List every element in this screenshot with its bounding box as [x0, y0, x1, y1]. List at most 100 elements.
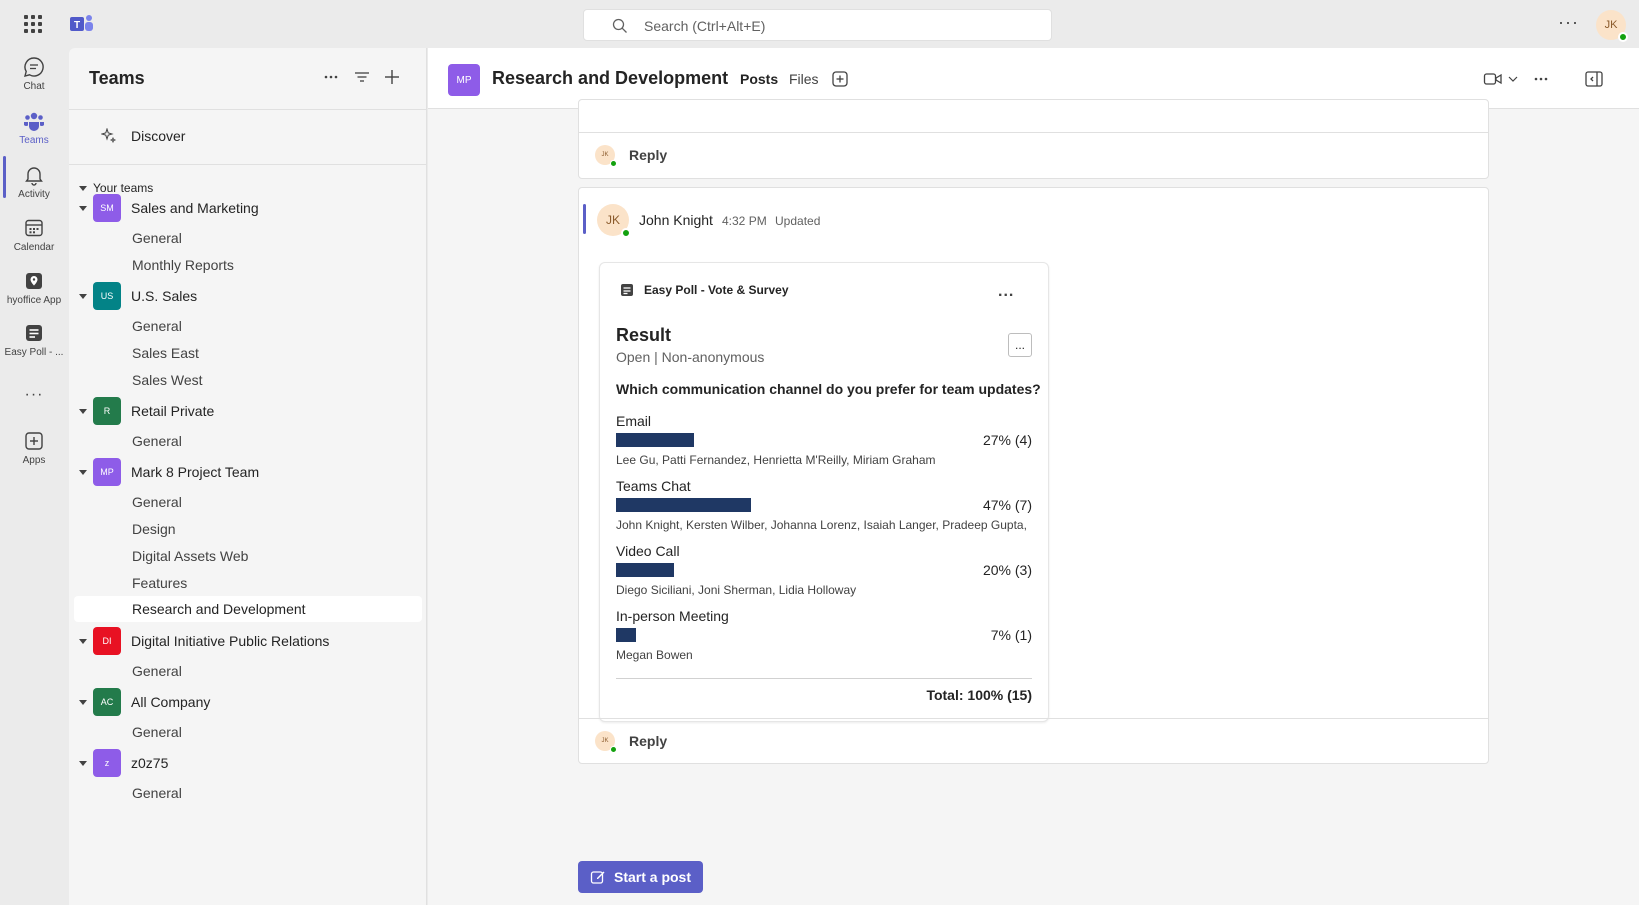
panel-more-icon[interactable]: [322, 68, 340, 89]
channel-sales-west[interactable]: Sales West: [132, 368, 203, 392]
channel-general[interactable]: General: [132, 429, 182, 453]
panel-title: Teams: [89, 68, 145, 88]
team-mark-8-project-team[interactable]: MP Mark 8 Project Team: [79, 458, 259, 486]
discover-button[interactable]: Discover: [101, 126, 185, 146]
channel-features[interactable]: Features: [132, 571, 187, 595]
svg-text:T: T: [74, 20, 80, 31]
poll-more-button[interactable]: ...: [998, 283, 1014, 301]
search-box[interactable]: Search (Ctrl+Alt+E): [583, 9, 1052, 41]
caret-down-icon: [79, 186, 87, 191]
teams-logo-icon: T: [70, 15, 93, 31]
team-name: All Company: [131, 694, 211, 710]
rail-label-chat: Chat: [23, 81, 45, 92]
app-launcher-icon[interactable]: [24, 15, 42, 33]
user-avatar[interactable]: JK: [1596, 10, 1628, 42]
poll-option: Email 27% (4) Lee Gu, Patti Fernandez, H…: [616, 413, 1032, 473]
rail-item-teams[interactable]: Teams: [0, 110, 68, 162]
team-name: U.S. Sales: [131, 288, 198, 304]
compose-icon: [590, 871, 605, 884]
calendar-icon: [25, 219, 43, 237]
video-call-icon[interactable]: [1483, 70, 1503, 88]
channel-general[interactable]: General: [132, 659, 182, 683]
tab-files[interactable]: Files: [789, 71, 819, 87]
team-sales-and-marketing[interactable]: SM Sales and Marketing: [79, 194, 259, 222]
caret-down-icon: [79, 294, 87, 299]
chevron-down-icon[interactable]: [1508, 75, 1518, 83]
author-name[interactable]: John Knight: [639, 212, 713, 228]
rail-item-activity[interactable]: Activity: [0, 164, 68, 216]
main-content: MP Research and Development Posts Files …: [428, 48, 1639, 905]
start-post-label: Start a post: [613, 869, 691, 885]
poll-total: Total: 100% (15): [926, 687, 1032, 703]
add-team-icon[interactable]: [383, 68, 401, 89]
poll-option-bar: [616, 433, 694, 447]
channel-team-avatar: MP: [448, 64, 480, 96]
team-z0z75[interactable]: z z0z75: [79, 749, 168, 777]
more-apps-icon[interactable]: ···: [0, 386, 68, 406]
location-pin-icon: [26, 273, 42, 289]
rail-label-apps: Apps: [22, 455, 46, 466]
previous-post-card: JK Reply: [578, 99, 1489, 179]
channel-general[interactable]: General: [132, 226, 182, 250]
poll-app-header: Easy Poll - Vote & Survey: [620, 283, 789, 297]
more-options-icon[interactable]: [1532, 70, 1550, 88]
poll-option-label: Teams Chat: [616, 478, 691, 494]
poll-result-title: Result: [616, 325, 672, 345]
rail-label-hyoffice-app: hyoffice App: [6, 295, 62, 306]
reply-button[interactable]: JK Reply: [595, 718, 667, 764]
poll-question: Which communication channel do you prefe…: [616, 381, 1041, 397]
channel-design[interactable]: Design: [132, 517, 176, 541]
message-timestamp: 4:32 PM: [722, 214, 767, 228]
rail-item-apps[interactable]: Apps: [0, 430, 68, 482]
side-panel-icon[interactable]: [1584, 69, 1604, 89]
team-retail-private[interactable]: R Retail Private: [79, 397, 214, 425]
team-all-company[interactable]: AC All Company: [79, 688, 210, 716]
card-divider: [579, 132, 1488, 133]
reply-avatar-initials: JK: [601, 152, 609, 158]
rail-item-chat[interactable]: Chat: [0, 56, 68, 108]
app-rail: Chat Teams Activity Calendar hyoffice Ap…: [0, 48, 68, 905]
team-name: Retail Private: [131, 403, 215, 419]
rail-item-hyoffice-app[interactable]: hyoffice App: [0, 270, 68, 322]
rail-label-easy-poll: Easy Poll - ...: [4, 347, 64, 358]
poll-option-voters: John Knight, Kersten Wilber, Johanna Lor…: [616, 518, 1026, 532]
team-name: Sales and Marketing: [131, 200, 259, 216]
poll-option-bar: [616, 563, 674, 577]
add-tab-icon[interactable]: [831, 70, 849, 88]
filter-icon[interactable]: [353, 68, 371, 89]
rail-item-easy-poll[interactable]: Easy Poll - ...: [0, 322, 68, 374]
team-digital-initiative-public-relations[interactable]: DI Digital Initiative Public Relations: [79, 627, 329, 655]
channel-digital-assets-web[interactable]: Digital Assets Web: [132, 544, 248, 568]
start-post-button[interactable]: Start a post: [578, 861, 703, 893]
channel-research-and-development[interactable]: Research and Development: [132, 597, 306, 621]
discover-label: Discover: [131, 128, 186, 144]
posts-feed: JK Reply JK John Knight 4:32 PM Updated …: [428, 99, 1639, 905]
channel-monthly-reports[interactable]: Monthly Reports: [132, 253, 234, 277]
panel-divider: [69, 109, 427, 110]
poll-options-button[interactable]: ...: [1008, 333, 1032, 357]
presence-available-icon: [1618, 32, 1628, 42]
reply-label: Reply: [629, 147, 668, 163]
poll-icon: [26, 325, 42, 341]
tab-posts[interactable]: Posts: [740, 71, 778, 87]
more-options-icon[interactable]: ···: [1558, 12, 1579, 33]
reply-avatar: JK: [595, 145, 617, 167]
rail-label-teams: Teams: [19, 135, 49, 146]
channel-general[interactable]: General: [132, 720, 182, 744]
poll-option-label: In-person Meeting: [616, 608, 729, 624]
add-apps-icon: [25, 432, 43, 450]
poll-option-voters: Diego Siciliani, Joni Sherman, Lidia Hol…: [616, 583, 857, 597]
caret-down-icon: [79, 206, 87, 211]
channel-general[interactable]: General: [132, 314, 182, 338]
channel-general[interactable]: General: [132, 781, 182, 805]
reply-button[interactable]: JK Reply: [595, 132, 667, 178]
poll-option-label: Video Call: [616, 543, 680, 559]
caret-down-icon: [79, 470, 87, 475]
your-teams-header[interactable]: Your teams: [79, 181, 153, 195]
rail-item-calendar[interactable]: Calendar: [0, 217, 68, 269]
poll-option: Teams Chat 47% (7) John Knight, Kersten …: [616, 478, 1032, 538]
author-avatar[interactable]: JK: [597, 204, 631, 238]
channel-sales-east[interactable]: Sales East: [132, 341, 199, 365]
channel-general[interactable]: General: [132, 490, 182, 514]
team-us-sales[interactable]: US U.S. Sales: [79, 282, 197, 310]
